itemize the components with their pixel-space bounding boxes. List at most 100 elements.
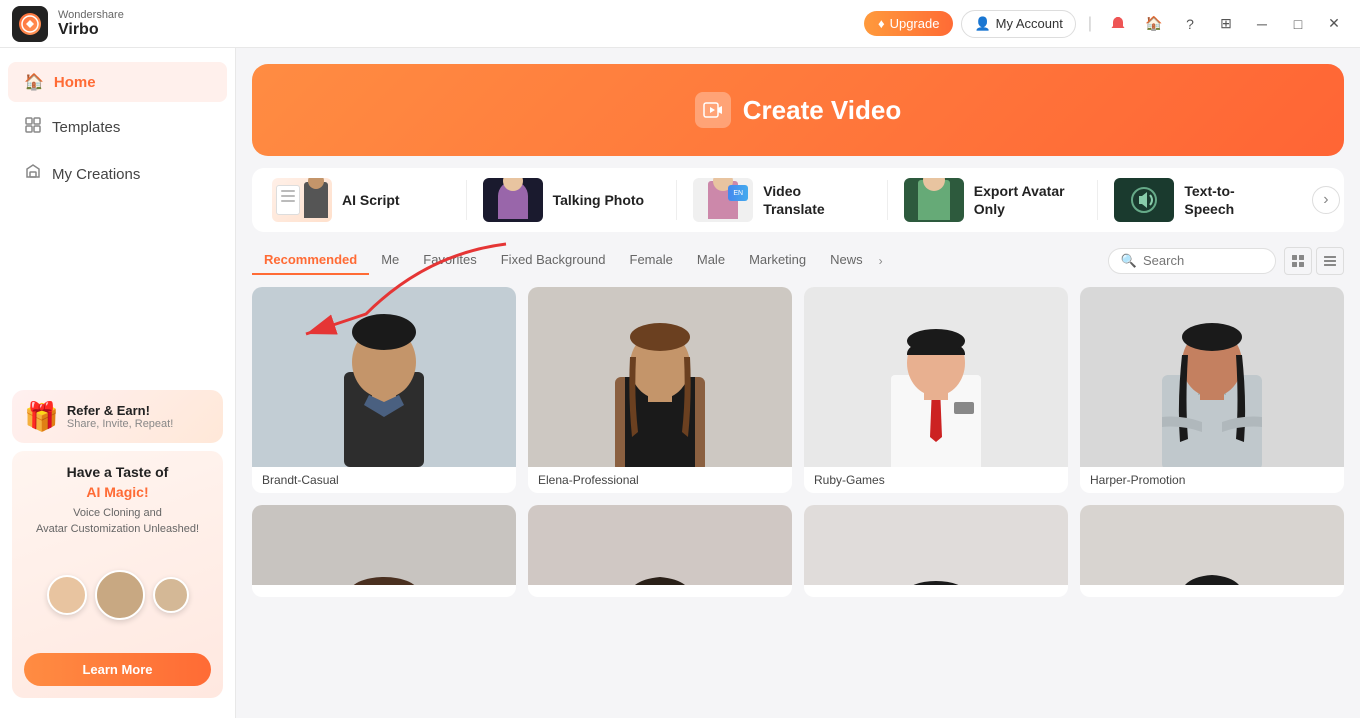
avatar-card-5[interactable] [252, 505, 516, 597]
sidebar-templates-label: Templates [52, 119, 120, 136]
tab-female[interactable]: Female [618, 246, 685, 275]
learn-more-button[interactable]: Learn More [24, 653, 211, 686]
feature-ai-script[interactable]: AI Script [256, 168, 466, 232]
tab-fixed-background[interactable]: Fixed Background [489, 246, 618, 275]
refer-icon: 🎁 [24, 400, 59, 433]
avatar-thumb-elena [528, 287, 792, 467]
avatar-thumb-6 [528, 505, 792, 585]
ai-title-highlight: AI Magic! [86, 484, 148, 500]
help-icon[interactable]: ? [1176, 10, 1204, 38]
my-account-label: My Account [996, 16, 1063, 31]
doc-icon [276, 185, 300, 215]
close-button[interactable]: ✕ [1320, 10, 1348, 38]
notification-icon[interactable] [1104, 10, 1132, 38]
view-icons [1284, 247, 1344, 275]
avatar-thumb-7 [804, 505, 1068, 585]
ai-magic-visual [24, 545, 211, 645]
creations-sidebar-icon [24, 163, 42, 186]
talking-photo-thumb [483, 178, 543, 222]
grid-icon[interactable]: ⊞ [1212, 10, 1240, 38]
upgrade-crown-icon: ♦ [878, 16, 885, 31]
promo-avatar-3 [153, 577, 189, 613]
avatar-name-8 [1080, 585, 1344, 597]
titlebar-right: ♦ Upgrade 👤 My Account | 🏠 ? ⊞ ─ □ ✕ [864, 10, 1348, 38]
sidebar-home-label: Home [54, 74, 96, 91]
list-view-icon[interactable] [1316, 247, 1344, 275]
tab-news[interactable]: News [818, 246, 875, 275]
maximize-button[interactable]: □ [1284, 10, 1312, 38]
tab-favorites[interactable]: Favorites [411, 246, 488, 275]
tabs-row: Recommended Me Favorites Fixed Backgroun… [252, 246, 1344, 275]
brand-name: Wondershare [58, 9, 124, 21]
main-layout: 🏠 Home Templates My Creations 🎁 Refer & … [0, 48, 1360, 718]
tab-male[interactable]: Male [685, 246, 737, 275]
avatar-name-7 [804, 585, 1068, 597]
grid-view-icon[interactable] [1284, 247, 1312, 275]
app-logo-icon [19, 13, 41, 35]
talking-photo-label: Talking Photo [553, 191, 645, 209]
promo-section: 🎁 Refer & Earn! Share, Invite, Repeat! H… [0, 382, 235, 706]
sidebar: 🏠 Home Templates My Creations 🎁 Refer & … [0, 48, 236, 718]
feature-video-translate[interactable]: EN VideoTranslate [677, 168, 887, 232]
avatar-name-6 [528, 585, 792, 597]
avatar-card-brandt[interactable]: Brandt-Casual [252, 287, 516, 493]
upgrade-button[interactable]: ♦ Upgrade [864, 11, 954, 36]
avatar-card-8[interactable] [1080, 505, 1344, 597]
create-video-label: Create Video [743, 95, 901, 126]
account-icon: 👤 [974, 16, 990, 32]
avatar-card-harper[interactable]: Harper-Promotion [1080, 287, 1344, 493]
avatar-name-harper: Harper-Promotion [1080, 467, 1344, 493]
search-box: 🔍 [1108, 248, 1276, 274]
separator: | [1088, 15, 1092, 33]
tab-recommended[interactable]: Recommended [252, 246, 369, 275]
app-name: Wondershare Virbo [58, 9, 124, 39]
avatar-thumb-5 [252, 505, 516, 585]
promo-avatar-1 [47, 575, 87, 615]
ai-script-label: AI Script [342, 191, 400, 209]
avatar-grid: Brandt-Casual [252, 287, 1344, 597]
export-avatar-label: Export AvatarOnly [974, 182, 1065, 218]
avatar-thumb-8 [1080, 505, 1344, 585]
promo-avatar-2 [95, 570, 145, 620]
feature-tts[interactable]: Text-to-Speech [1098, 168, 1308, 232]
video-translate-thumb: EN [693, 178, 753, 222]
feature-cards-row: AI Script Talking Photo [252, 168, 1344, 232]
tabs-more-button[interactable]: › [875, 248, 887, 274]
sidebar-item-my-creations[interactable]: My Creations [8, 153, 227, 196]
home-icon[interactable]: 🏠 [1140, 10, 1168, 38]
ai-magic-title: Have a Taste of AI Magic! [24, 463, 211, 502]
upgrade-label: Upgrade [890, 16, 940, 31]
create-video-icon [695, 92, 731, 128]
app-logo [12, 6, 48, 42]
avatar-card-elena[interactable]: Elena-Professional [528, 287, 792, 493]
sidebar-item-home[interactable]: 🏠 Home [8, 62, 227, 102]
feature-export-avatar[interactable]: Export AvatarOnly [888, 168, 1098, 232]
refer-earn-card[interactable]: 🎁 Refer & Earn! Share, Invite, Repeat! [12, 390, 223, 443]
ai-magic-desc: Voice Cloning andAvatar Customization Un… [24, 506, 211, 537]
tab-me[interactable]: Me [369, 246, 411, 275]
ai-script-thumb [272, 178, 332, 222]
tts-thumb [1114, 178, 1174, 222]
tab-marketing[interactable]: Marketing [737, 246, 818, 275]
avatar-name-brandt: Brandt-Casual [252, 467, 516, 493]
avatar-card-6[interactable] [528, 505, 792, 597]
features-next-button[interactable]: › [1312, 186, 1340, 214]
avatar-name-elena: Elena-Professional [528, 467, 792, 493]
my-account-button[interactable]: 👤 My Account [961, 10, 1075, 38]
avatar-thumb-ruby [804, 287, 1068, 467]
minimize-button[interactable]: ─ [1248, 10, 1276, 38]
search-icon: 🔍 [1121, 253, 1137, 269]
sidebar-creations-label: My Creations [52, 166, 140, 183]
hero-banner[interactable]: Create Video [252, 64, 1344, 156]
sidebar-item-templates[interactable]: Templates [8, 106, 227, 149]
avatar-card-ruby[interactable]: Ruby-Games [804, 287, 1068, 493]
avatar-card-7[interactable] [804, 505, 1068, 597]
content-area: Create Video [236, 48, 1360, 718]
search-input[interactable] [1143, 253, 1263, 268]
export-avatar-thumb [904, 178, 964, 222]
app-title: Virbo [58, 21, 124, 39]
hero-banner-content: Create Video [695, 92, 901, 128]
templates-sidebar-icon [24, 116, 42, 139]
feature-talking-photo[interactable]: Talking Photo [467, 168, 677, 232]
content-wrapper: Create Video [236, 64, 1360, 597]
